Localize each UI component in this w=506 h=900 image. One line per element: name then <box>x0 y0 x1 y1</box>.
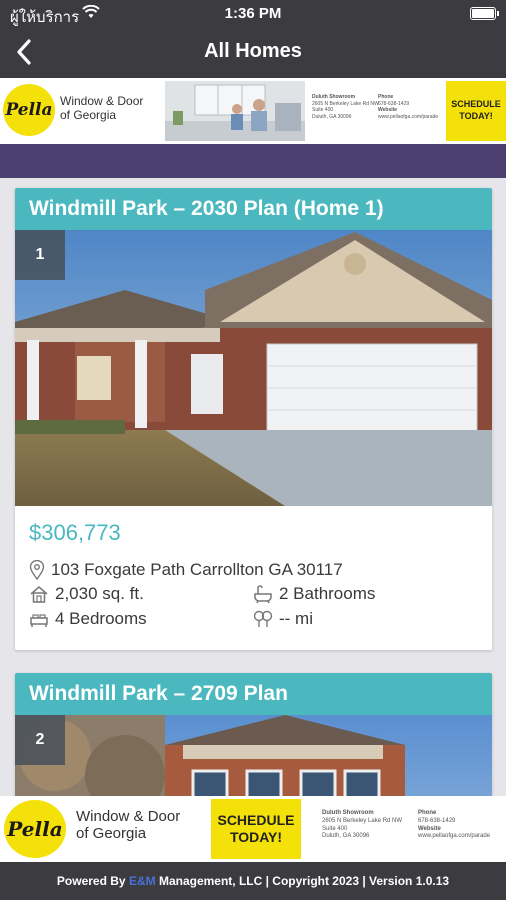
home-price: $306,773 <box>29 520 121 545</box>
footer-prefix: Powered By <box>56 874 129 888</box>
house-icon <box>30 586 48 603</box>
ad-line2: of Georgia <box>76 825 147 843</box>
home-card[interactable]: Windmill Park – 2709 Plan 2 <box>15 673 492 796</box>
page-title: All Homes <box>204 40 302 62</box>
bed-icon <box>30 614 48 627</box>
home-card[interactable]: Windmill Park – 2030 Plan (Home 1) 1 $30… <box>15 188 492 650</box>
home-bedrooms-row: 4 Bedrooms <box>29 609 147 629</box>
home-number-badge: 2 <box>15 715 65 765</box>
pella-logo: Pella <box>3 84 55 136</box>
ad-phone-label: Phone <box>418 810 437 816</box>
ad-website: www.pellaofga.com/parade <box>378 113 439 120</box>
home-bedrooms: 4 Bedrooms <box>55 609 147 628</box>
ad-address3: Duluth, GA 30096 <box>322 833 370 840</box>
ad-company-name: Window & Door of Georgia <box>60 94 144 123</box>
footer: Powered By E&M Management, LLC | Copyrig… <box>0 862 506 900</box>
ad-schedule-button[interactable]: SCHEDULE TODAY! <box>446 81 506 141</box>
ad-cta-line1: SCHEDULE <box>451 99 501 110</box>
home-bathrooms: 2 Bathrooms <box>279 584 376 603</box>
ad-showroom: Duluth Showroom 2605 N Berkeley Lake Rd … <box>322 810 402 841</box>
ad-brand: Pella <box>7 817 63 841</box>
home-photo[interactable]: 1 <box>15 230 492 506</box>
ad-line2: of Georgia <box>60 107 117 122</box>
ad-line1: Window & Door <box>60 94 144 108</box>
home-card-title: Windmill Park – 2030 Plan (Home 1) <box>15 188 492 230</box>
ad-line1: Window & Door <box>76 808 181 825</box>
ad-showroom: Duluth Showroom 2605 N Berkeley Lake Rd … <box>312 94 379 120</box>
home-distance-row: -- mi <box>253 609 313 629</box>
bathtub-icon <box>254 585 272 604</box>
ad-website-label: Website <box>418 825 441 832</box>
header-divider-band <box>0 144 506 178</box>
nav-bar: All Homes <box>0 28 506 78</box>
ad-address3: Duluth, GA 30096 <box>312 113 352 120</box>
location-pin-icon <box>29 560 45 580</box>
home-list[interactable]: Windmill Park – 2030 Plan (Home 1) 1 $30… <box>0 178 506 796</box>
footer-company-mark: E&M <box>128 874 156 888</box>
home-address-row: 103 Foxgate Path Carrollton GA 30117 <box>29 560 343 580</box>
ad-banner-bottom[interactable]: Pella Window & Door of Georgia SCHEDULE … <box>0 796 506 862</box>
ad-address2: Suite 400 <box>322 825 348 832</box>
ad-phone: 678-638-1429 <box>418 817 456 824</box>
ad-banner-top[interactable]: Pella Window & Door of Georgia Duluth Sh… <box>0 78 506 144</box>
home-photo[interactable]: 2 <box>15 715 492 796</box>
clock: 1:36 PM <box>224 5 282 22</box>
status-bar: ผู้ให้บริการ 1:36 PM <box>0 0 506 28</box>
ad-address1: 2605 N Berkeley Lake Rd NW <box>322 817 403 824</box>
trees-icon <box>253 610 273 627</box>
ad-brand: Pella <box>5 100 53 120</box>
pella-logo: Pella <box>4 800 66 858</box>
ad-photo <box>165 81 305 141</box>
battery-icon <box>470 7 499 20</box>
home-sqft-row: 2,030 sq. ft. <box>29 584 144 604</box>
ad-schedule-button[interactable]: SCHEDULE TODAY! <box>211 799 301 859</box>
ad-contact: Phone 678-638-1429 Website www.pellaofga… <box>378 94 438 120</box>
home-address: 103 Foxgate Path Carrollton GA 30117 <box>51 560 343 579</box>
ad-showroom-title: Duluth Showroom <box>322 810 374 816</box>
ad-cta-line1: SCHEDULE <box>217 811 295 828</box>
ad-cta-line2: TODAY! <box>459 111 493 121</box>
footer-suffix: Management, LLC | Copyright 2023 | Versi… <box>155 874 450 888</box>
ad-website: www.pellaofga.com/parade <box>418 833 491 840</box>
ad-contact: Phone 678-638-1429 Website www.pellaofga… <box>418 810 490 841</box>
ad-company-name: Window & Door of Georgia <box>76 808 180 843</box>
home-distance: -- mi <box>279 609 313 628</box>
ad-cta-line2: TODAY! <box>229 829 283 845</box>
home-number-badge: 1 <box>15 230 65 280</box>
home-bathrooms-row: 2 Bathrooms <box>253 584 375 604</box>
home-card-title: Windmill Park – 2709 Plan <box>15 673 492 715</box>
home-sqft: 2,030 sq. ft. <box>55 584 144 603</box>
